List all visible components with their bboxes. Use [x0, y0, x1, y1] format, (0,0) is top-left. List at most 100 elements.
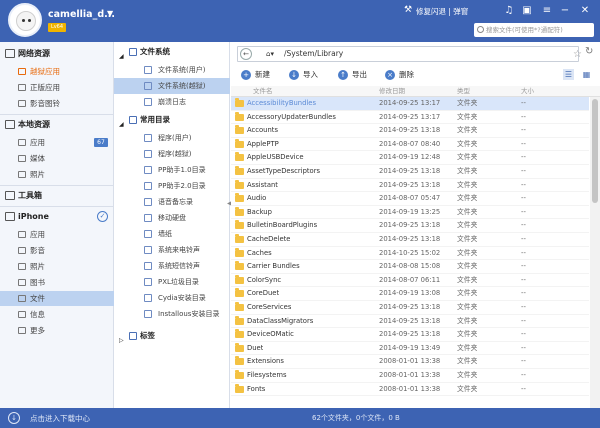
sidebar-item-device-more[interactable]: 更多 [0, 323, 114, 338]
table-row[interactable]: Accounts 2014-09-25 13:18 文件夹 -- [231, 124, 589, 138]
table-row[interactable]: DataClassMigrators 2014-09-25 13:18 文件夹 -- [231, 315, 589, 329]
download-icon[interactable]: ↓ [8, 412, 20, 424]
fix-crash-button[interactable]: 修复闪退 | 弹窗 [416, 6, 468, 17]
file-type-cell: 文件夹 [457, 207, 478, 216]
avatar-eye [28, 19, 31, 22]
wrench-icon[interactable]: ⚒ [404, 5, 412, 15]
current-path[interactable]: /System/Library [284, 49, 343, 58]
column-header-name[interactable]: 文件名 [253, 86, 273, 97]
tree-item-label: PXL垃圾目录 [158, 278, 199, 286]
refresh-icon[interactable]: ↻ [585, 47, 593, 57]
sidebar-item-device-files[interactable]: 文件 [0, 291, 114, 306]
minimize-icon[interactable]: − [558, 4, 572, 18]
sidebar-item-device-messages[interactable]: 信息 [0, 307, 114, 322]
tree-group-filesystem[interactable]: ◢ 文件系统 [114, 44, 230, 60]
table-row[interactable]: Duet 2014-09-19 13:49 文件夹 -- [231, 342, 589, 356]
folder-icon [235, 234, 244, 243]
menu-icon[interactable]: ≡ [540, 4, 554, 18]
table-row[interactable]: Fonts 2008-01-01 13:38 文件夹 -- [231, 383, 589, 397]
folder-icon [235, 138, 244, 148]
table-row[interactable]: Extensions 2008-01-01 13:38 文件夹 -- [231, 355, 589, 369]
column-header-size[interactable]: 大小 [521, 86, 534, 97]
table-row[interactable]: Carrier Bundles 2014-08-08 15:08 文件夹 -- [231, 260, 589, 274]
tree-item-common[interactable]: 系统短信铃声 [114, 258, 230, 274]
username[interactable]: camellia_d... [48, 9, 115, 20]
table-row[interactable]: Backup 2014-09-19 13:25 文件夹 -- [231, 206, 589, 220]
tree-item-common[interactable]: Cydia安装目录 [114, 290, 230, 306]
table-row[interactable]: Audio 2014-08-07 05:47 文件夹 -- [231, 192, 589, 206]
tree-group-common[interactable]: ◢ 常用目录 [114, 112, 230, 128]
tree-item-fs-jailbreak[interactable]: 文件系统(越狱) [114, 78, 230, 94]
table-row[interactable]: Assistant 2014-09-25 13:18 文件夹 -- [231, 179, 589, 193]
tree-item-fs-user[interactable]: 文件系统(用户) [114, 62, 230, 78]
sidebar-item-device-books[interactable]: 图书 [0, 275, 114, 290]
back-arrow-icon[interactable]: ← [240, 48, 252, 60]
user-menu-chevron-icon[interactable]: ▼ [107, 9, 113, 18]
sidebar-item-media-ringtones[interactable]: 影音图铃 [0, 96, 114, 111]
tree-group-tags[interactable]: ▷ 标签 [114, 328, 230, 344]
tree-item-common[interactable]: 程序(越狱) [114, 146, 230, 162]
sidebar-group-network[interactable]: 网络资源 [0, 45, 114, 62]
search-input[interactable]: 搜索文件(可使用*?通配符) [474, 23, 594, 37]
table-row[interactable]: AppleUSBDevice 2014-09-19 12:48 文件夹 -- [231, 151, 589, 165]
sidebar-item-jailbreak-apps[interactable]: 越狱应用 [0, 64, 114, 79]
tree-item-crash-logs[interactable]: 崩溃日志 [114, 94, 230, 110]
wallpaper-icon [144, 230, 152, 238]
list-view-icon[interactable]: ☰ [563, 69, 574, 80]
download-center-link[interactable]: 点击进入下载中心 [30, 413, 90, 424]
table-row[interactable]: ColorSync 2014-08-07 06:11 文件夹 -- [231, 274, 589, 288]
sidebar-item-device-apps[interactable]: 应用 [0, 227, 114, 242]
shirt-icon[interactable]: ▣ [520, 4, 534, 18]
expand-arrow-icon[interactable]: ▷ [119, 333, 124, 349]
table-row[interactable]: DeviceOMatic 2014-09-25 13:18 文件夹 -- [231, 328, 589, 342]
grid-view-icon[interactable]: ▦ [581, 69, 592, 80]
table-row[interactable]: AccessibilityBundles 2014-09-25 13:17 文件夹 -… [231, 97, 589, 111]
sidebar-group-toolbox[interactable]: 工具箱 [0, 187, 114, 204]
scrollbar-thumb[interactable] [592, 99, 598, 203]
tree-item-common[interactable]: 系统来电铃声 [114, 242, 230, 258]
sidebar-item-device-photos[interactable]: 照片 [0, 259, 114, 274]
tree-item-common[interactable]: PP助手1.0目录 [114, 162, 230, 178]
table-row[interactable]: AssetTypeDescriptors 2014-09-25 13:18 文件夹 -… [231, 165, 589, 179]
table-row[interactable]: Filesystems 2008-01-01 13:38 文件夹 -- [231, 369, 589, 383]
star-icon[interactable]: ☆ [573, 50, 582, 60]
close-icon[interactable]: ✕ [578, 4, 592, 18]
sidebar-item-local-apps[interactable]: 应用 67 [0, 135, 114, 150]
sidebar-item-local-media[interactable]: 媒体 [0, 151, 114, 166]
import-button[interactable]: ↓ 导入 [289, 69, 318, 81]
sidebar-group-local[interactable]: 本地资源 [0, 116, 114, 133]
column-header-date[interactable]: 修改日期 [379, 86, 405, 97]
table-row[interactable]: Caches 2014-10-25 15:02 文件夹 -- [231, 247, 589, 261]
music-icon[interactable]: ♫ [502, 4, 516, 18]
table-row[interactable]: CoreServices 2014-09-25 13:18 文件夹 -- [231, 301, 589, 315]
column-header-type[interactable]: 类型 [457, 86, 470, 97]
sidebar-item-device-media[interactable]: 影音 [0, 243, 114, 258]
table-row[interactable]: AccessoryUpdaterBundles 2014-09-25 13:17 文… [231, 111, 589, 125]
table-row[interactable]: ApplePTP 2014-08-07 08:40 文件夹 -- [231, 138, 589, 152]
photo-icon [18, 263, 26, 270]
export-icon: ↑ [338, 70, 348, 80]
table-row[interactable]: CoreDuet 2014-09-19 13:08 文件夹 -- [231, 287, 589, 301]
tree-item-common[interactable]: PXL垃圾目录 [114, 274, 230, 290]
tree-item-common[interactable]: 移动硬盘 [114, 210, 230, 226]
sidebar-item-local-photos[interactable]: 照片 [0, 167, 114, 182]
sidebar-item-genuine-apps[interactable]: 正版应用 [0, 80, 114, 95]
list-icon [129, 116, 137, 124]
export-button[interactable]: ↑ 导出 [338, 69, 367, 81]
delete-button[interactable]: × 删除 [385, 69, 414, 81]
button-label: 导出 [352, 70, 367, 79]
file-size-cell: -- [521, 316, 526, 325]
tree-item-common[interactable]: 语音备忘录 [114, 194, 230, 210]
new-button[interactable]: + 新建 [241, 69, 270, 81]
path-bar[interactable]: ← ⌂▾ /System/Library ☆ [237, 46, 582, 62]
sidebar-group-device[interactable]: iPhone ✓ [0, 208, 114, 225]
tree-item-common[interactable]: PP助手2.0目录 [114, 178, 230, 194]
tree-item-common[interactable]: Installous安装目录 [114, 306, 230, 322]
tree-item-common[interactable]: 墙纸 [114, 226, 230, 242]
vertical-scrollbar[interactable] [590, 97, 600, 408]
file-type-cell: 文件夹 [457, 357, 478, 366]
avatar[interactable] [8, 3, 42, 37]
table-row[interactable]: CacheDelete 2014-09-25 13:18 文件夹 -- [231, 233, 589, 247]
table-row[interactable]: BulletinBoardPlugins 2014-09-25 13:18 文件夹 -… [231, 219, 589, 233]
tree-item-common[interactable]: 程序(用户) [114, 130, 230, 146]
